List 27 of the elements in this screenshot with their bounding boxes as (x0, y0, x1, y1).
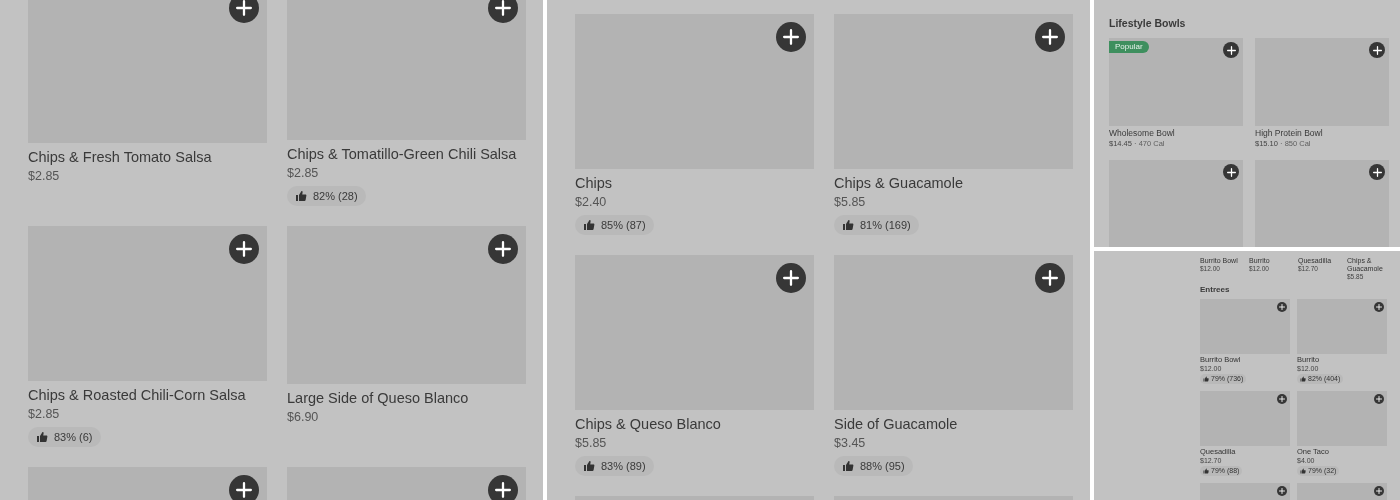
rating-badge: 81% (169) (834, 215, 919, 235)
item-price: $2.85 (287, 165, 320, 183)
rating-badge: 88% (95) (834, 456, 913, 476)
rating-badge: 83% (89) (575, 456, 654, 476)
item-name: High Protein Bowl (1255, 128, 1324, 139)
item-name: Large Side of Queso Blanco (287, 389, 470, 408)
item-price: $5.85 (834, 194, 867, 212)
item-name: Chips & Roasted Chili-Corn Salsa (28, 386, 247, 406)
item-name: Chips & Fresh Tomato Salsa (28, 148, 213, 167)
section-title: Lifestyle Bowls (1109, 16, 1187, 31)
item-name: Chips & Queso Blanco (575, 415, 722, 435)
item-price: $2.85 (28, 168, 61, 185)
item-name: Wholesome Bowl (1109, 128, 1176, 139)
item-price: $6.90 (287, 409, 320, 426)
item-name: Side of Guacamole (834, 415, 959, 435)
item-price: $2.85 (28, 406, 61, 424)
popular-badge: Popular (1109, 41, 1149, 53)
rating-badge: 83% (6) (28, 427, 101, 447)
item-name: Chips & Tomatillo-Green Chili Salsa (287, 145, 518, 165)
item-name: Chips & Guacamole (834, 174, 964, 194)
item-price: $5.85 (575, 435, 608, 453)
item-name: Chips (575, 174, 614, 194)
rating-badge: 82% (28) (287, 186, 366, 206)
item-price: $2.40 (575, 194, 608, 212)
item-price: $3.45 (834, 435, 867, 453)
section-title: Entrees (1200, 285, 1231, 295)
rating-badge: 85% (87) (575, 215, 654, 235)
